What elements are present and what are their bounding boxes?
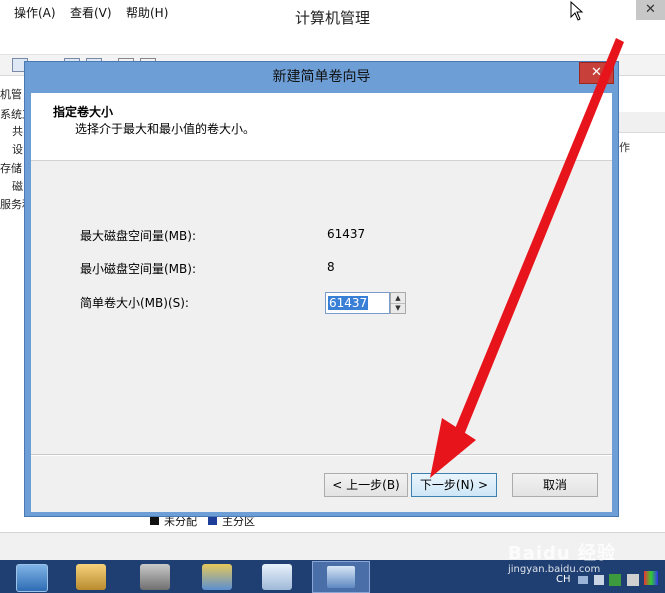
- speaker-icon[interactable]: [627, 574, 639, 586]
- stepper-down-icon[interactable]: ▼: [391, 303, 405, 313]
- tree-item[interactable]: 服务和: [0, 196, 24, 212]
- menu-view[interactable]: 查看(V): [70, 4, 112, 21]
- watermark-brand: Baidu 经验: [508, 543, 617, 564]
- wizard-dialog-title: 新建简单卷向导: [272, 69, 371, 85]
- taskbar-hardware-icon[interactable]: [140, 564, 170, 590]
- taskbar-computer-management-button[interactable]: [312, 561, 370, 593]
- watermark-url: jingyan.baidu.com: [508, 564, 601, 575]
- computer-management-icon: [327, 566, 355, 588]
- wizard-step-subtitle: 选择介于最大和最小值的卷大小。: [75, 122, 256, 136]
- bg-actions-text: 作: [619, 141, 630, 154]
- menu-help[interactable]: 帮助(H): [126, 4, 168, 21]
- keyboard-icon[interactable]: [578, 576, 588, 584]
- cancel-button[interactable]: 取消: [512, 473, 598, 497]
- back-button[interactable]: < 上一步(B): [324, 473, 408, 497]
- volume-size-value: 61437: [328, 296, 369, 310]
- wizard-button-separator: [31, 454, 612, 456]
- tree-item[interactable]: 存储: [0, 160, 24, 176]
- max-space-label: 最大磁盘空间量(MB):: [80, 229, 196, 243]
- network-icon[interactable]: [594, 575, 604, 585]
- volume-size-input[interactable]: 61437: [325, 292, 390, 314]
- min-space-value: 8: [327, 260, 335, 274]
- tray-language[interactable]: CH: [556, 574, 571, 585]
- wizard-step-title: 指定卷大小: [53, 105, 114, 119]
- wizard-close-button[interactable]: ✕: [579, 62, 614, 84]
- bg-column-header: [618, 112, 665, 133]
- tree-item[interactable]: 机管: [0, 86, 24, 102]
- display-icon[interactable]: [644, 571, 658, 585]
- taskbar-desktop-icon[interactable]: [16, 564, 48, 592]
- bg-menubar: [0, 32, 665, 55]
- min-space-label: 最小磁盘空间量(MB):: [80, 262, 196, 276]
- tree-item[interactable]: 系统工: [0, 106, 24, 122]
- menu-action[interactable]: 操作(A): [14, 4, 56, 21]
- volume-size-label: 简单卷大小(MB)(S):: [80, 296, 189, 310]
- close-icon: ✕: [645, 2, 656, 17]
- bg-window-close-button[interactable]: ✕: [636, 0, 665, 20]
- taskbar-paint-icon[interactable]: [76, 564, 106, 590]
- taskbar-control-panel-icon[interactable]: [202, 564, 232, 590]
- volume-size-stepper[interactable]: ▲ ▼: [390, 292, 406, 314]
- max-space-value: 61437: [327, 227, 366, 241]
- mouse-cursor-icon: [570, 1, 584, 21]
- taskbar-notepad-icon[interactable]: [262, 564, 292, 590]
- legend-unallocated-swatch: [150, 516, 159, 525]
- next-button[interactable]: 下一步(N) >: [411, 473, 497, 497]
- security-icon[interactable]: [609, 574, 621, 586]
- legend-primary-swatch: [208, 516, 217, 525]
- close-icon: ✕: [591, 65, 602, 80]
